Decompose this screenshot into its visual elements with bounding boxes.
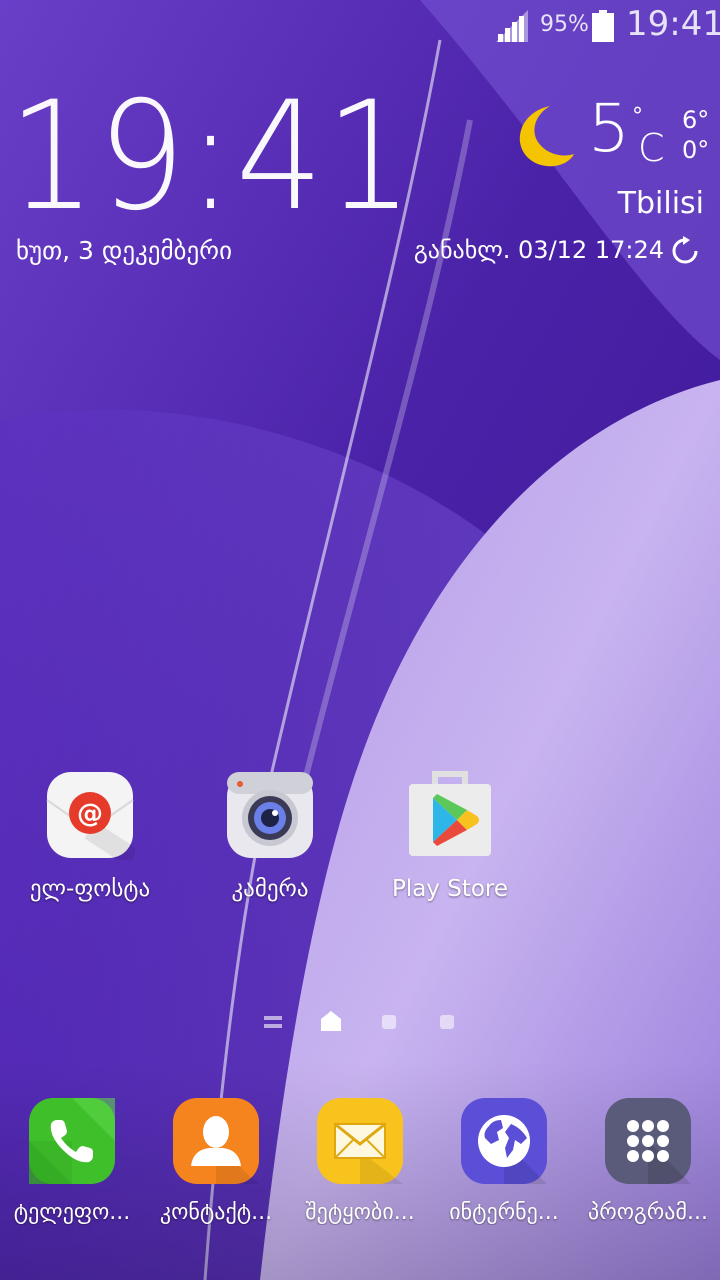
dock-app-internet[interactable]: ინტერნე... <box>432 1096 576 1225</box>
weather-temperature: 5 <box>588 90 630 167</box>
app-label: კამერა <box>231 876 309 902</box>
dock-label: ინტერნე... <box>449 1200 559 1225</box>
weather-updated-time: განახლ. 03/12 17:24 <box>413 236 664 264</box>
app-camera[interactable]: კამერა <box>190 770 350 902</box>
dock-label: ტელეფო... <box>13 1200 131 1225</box>
battery-percent: 95% <box>540 12 589 37</box>
contacts-icon <box>171 1096 261 1186</box>
status-bar: 95% 19:41 <box>0 0 720 50</box>
app-label: Play Store <box>391 876 509 902</box>
page-dot[interactable] <box>382 1015 396 1029</box>
clock-date: ხუთ, 3 დეკემბერი <box>16 236 233 265</box>
app-email[interactable]: @ ელ-ფოსტა <box>10 770 170 902</box>
battery-icon <box>592 10 614 42</box>
refresh-icon[interactable] <box>670 236 700 266</box>
dock-app-messages[interactable]: შეტყობი... <box>288 1096 432 1225</box>
status-time: 19:41 <box>626 4 720 44</box>
weather-high: 6° <box>682 106 710 134</box>
apps-grid-icon <box>603 1096 693 1186</box>
dock-app-apps[interactable]: პროგრამ... <box>576 1096 720 1225</box>
page-indicators <box>0 1010 720 1040</box>
moon-icon <box>519 106 574 167</box>
svg-text:@: @ <box>77 799 103 829</box>
weather-low: 0° <box>682 136 710 164</box>
dock-app-contacts[interactable]: კონტაქტ... <box>144 1096 288 1225</box>
internet-icon <box>459 1096 549 1186</box>
page-menu-icon[interactable] <box>264 1014 282 1030</box>
app-play-store[interactable]: Play Store <box>370 770 530 902</box>
dock-app-phone[interactable]: ტელეფო... <box>0 1096 144 1225</box>
camera-icon <box>225 770 315 860</box>
signal-icon <box>496 10 528 42</box>
dock-label: კონტაქტ... <box>159 1200 273 1225</box>
home-page-icon[interactable] <box>320 1010 342 1032</box>
dock-label: შეტყობი... <box>305 1200 415 1225</box>
email-icon: @ <box>45 770 139 867</box>
page-dot[interactable] <box>440 1015 454 1029</box>
phone-icon <box>27 1096 117 1186</box>
weather-city: Tbilisi <box>617 186 704 221</box>
play-store-icon <box>405 770 495 860</box>
dock-label: პროგრამ... <box>588 1200 708 1225</box>
app-label: ელ-ფოსტა <box>29 876 151 902</box>
clock-time: 19:41 <box>8 70 415 244</box>
messages-icon <box>315 1096 405 1186</box>
weather-unit: C <box>638 126 665 170</box>
